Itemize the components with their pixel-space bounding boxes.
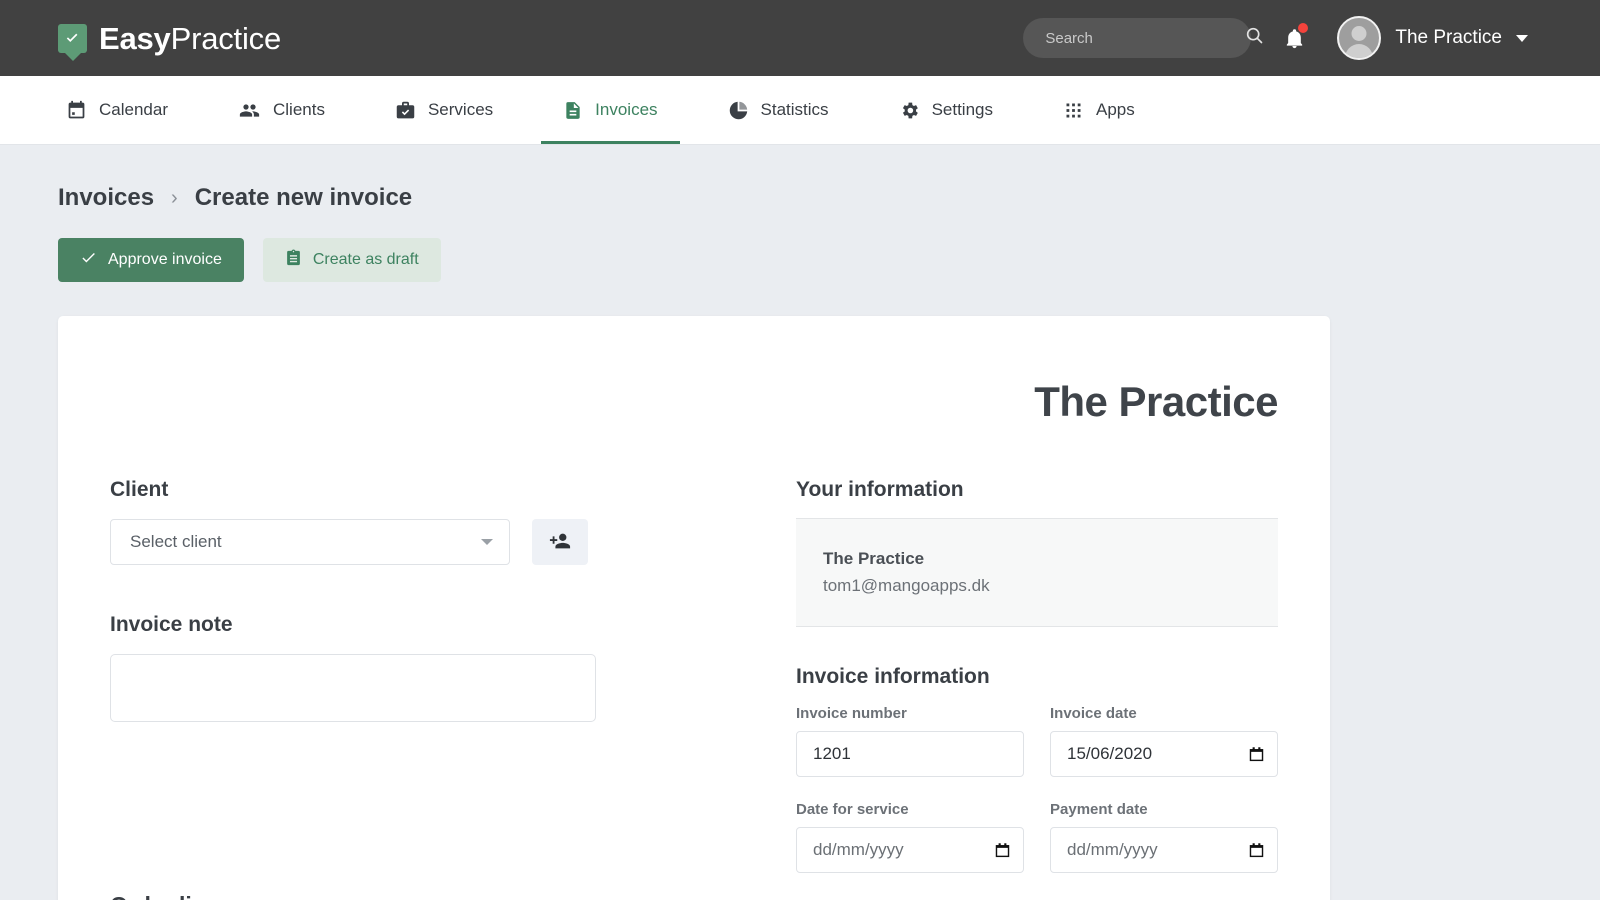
invoice-date-input[interactable]: 15/06/2020 [1050, 731, 1278, 777]
search-icon[interactable] [1244, 25, 1265, 51]
invoice-note-label: Invoice note [110, 613, 233, 636]
header-right-group: The Practice [1023, 16, 1528, 60]
nav-label-invoices: Invoices [595, 100, 658, 119]
calendar-picker-icon[interactable] [994, 841, 1011, 859]
date-for-service-field: Date for service dd/mm/yyyy [796, 801, 1024, 873]
your-information-name: The Practice [823, 549, 925, 568]
invoice-number-label: Invoice number [796, 705, 907, 722]
avatar-body [1345, 44, 1374, 58]
nav-item-statistics[interactable]: Statistics [706, 76, 851, 144]
invoice-information-fields: Invoice number 1201 Invoice date 15/06/2… [796, 705, 1278, 873]
nav-label-apps: Apps [1096, 100, 1135, 119]
invoice-number-field: Invoice number 1201 [796, 705, 1024, 777]
invoice-card: The Practice Client Select client Invoic… [58, 316, 1330, 900]
pie-chart-icon [728, 100, 749, 121]
nav-item-clients[interactable]: Clients [216, 76, 347, 144]
payment-date-input[interactable]: dd/mm/yyyy [1050, 827, 1278, 873]
add-client-button[interactable] [532, 519, 588, 565]
nav-item-settings[interactable]: Settings [877, 76, 1015, 144]
user-name: The Practice [1395, 27, 1502, 48]
client-select[interactable]: Select client [110, 519, 510, 565]
nav-item-services[interactable]: Services [373, 76, 515, 144]
grid-apps-icon [1063, 100, 1084, 121]
approve-invoice-button[interactable]: Approve invoice [58, 238, 244, 282]
create-as-draft-label: Create as draft [312, 251, 419, 268]
notification-badge [1298, 23, 1309, 33]
invoice-date-label: Invoice date [1050, 705, 1137, 722]
check-badge-icon [58, 23, 87, 53]
logo-light-part: Practice [170, 20, 282, 56]
calendar-picker-icon[interactable] [1248, 745, 1265, 763]
order-lines-title: Order lines [110, 892, 596, 900]
breadcrumb-parent[interactable]: Invoices [58, 184, 154, 212]
check-icon [80, 249, 97, 271]
payment-date-field: Payment date dd/mm/yyyy [1050, 801, 1278, 873]
chevron-down-icon[interactable] [1516, 34, 1528, 42]
invoice-information-title: Invoice information [796, 665, 990, 688]
your-information-title: Your information [796, 478, 964, 501]
invoice-number-input[interactable]: 1201 [796, 731, 1024, 777]
nav-item-apps[interactable]: Apps [1041, 76, 1157, 144]
avatar [1337, 16, 1382, 60]
invoice-columns: Client Select client Invoice note Order … [110, 478, 1278, 900]
search-input[interactable] [1045, 29, 1245, 47]
calendar-icon [66, 100, 87, 121]
client-row: Select client [110, 519, 596, 565]
date-for-service-label: Date for service [796, 801, 909, 818]
top-header-bar: EasyPractice The Practice [0, 0, 1600, 76]
nav-item-calendar[interactable]: Calendar [44, 76, 190, 144]
invoice-note-input[interactable] [110, 654, 596, 722]
nav-label-settings: Settings [931, 100, 993, 119]
nav-label-statistics: Statistics [760, 100, 829, 119]
action-buttons: Approve invoice Create as draft [58, 238, 1600, 282]
breadcrumb: Invoices › Create new invoice [58, 184, 1600, 212]
chevron-down-icon [481, 539, 493, 545]
your-information-panel: The Practice tom1@mangoapps.dk [796, 518, 1278, 627]
invoice-practice-title: The Practice [1034, 378, 1278, 425]
page-content: Invoices › Create new invoice Approve in… [0, 144, 1600, 900]
invoice-right-column: Your information The Practice tom1@mango… [796, 478, 1278, 900]
date-for-service-value: dd/mm/yyyy [813, 840, 904, 859]
nav-label-clients: Clients [273, 100, 325, 119]
search-box[interactable] [1023, 18, 1263, 58]
nav-label-services: Services [427, 100, 494, 119]
logo-wordmark: EasyPractice [99, 23, 281, 54]
invoice-date-field: Invoice date 15/06/2020 [1050, 705, 1278, 777]
document-icon [563, 100, 583, 121]
notifications-button[interactable] [1281, 23, 1309, 53]
invoice-number-value: 1201 [813, 744, 851, 763]
payment-date-label: Payment date [1050, 801, 1148, 818]
approve-invoice-label: Approve invoice [108, 251, 222, 268]
briefcase-check-icon [395, 100, 416, 121]
page-title: Create new invoice [194, 184, 413, 211]
avatar-head [1351, 26, 1367, 41]
breadcrumb-separator: › [171, 186, 178, 209]
nav-item-invoices[interactable]: Invoices [541, 76, 680, 144]
people-icon [238, 100, 261, 121]
app-logo[interactable]: EasyPractice [58, 23, 281, 54]
clipboard-icon [285, 249, 302, 272]
nav-label-calendar: Calendar [99, 100, 168, 119]
logo-bold-part: Easy [99, 20, 171, 56]
create-as-draft-button[interactable]: Create as draft [262, 238, 441, 282]
payment-date-value: dd/mm/yyyy [1067, 840, 1158, 859]
client-select-value: Select client [130, 532, 222, 551]
your-information-email: tom1@mangoapps.dk [823, 576, 990, 595]
date-for-service-input[interactable]: dd/mm/yyyy [796, 827, 1024, 873]
user-menu[interactable]: The Practice [1337, 16, 1528, 60]
main-navigation: Calendar Clients Services Invoices Stati… [0, 76, 1600, 144]
invoice-date-value: 15/06/2020 [1067, 744, 1153, 763]
client-label: Client [110, 478, 169, 501]
person-add-icon [549, 530, 571, 555]
invoice-left-column: Client Select client Invoice note Order … [110, 478, 596, 900]
calendar-picker-icon[interactable] [1248, 841, 1265, 859]
gear-icon [899, 100, 920, 121]
